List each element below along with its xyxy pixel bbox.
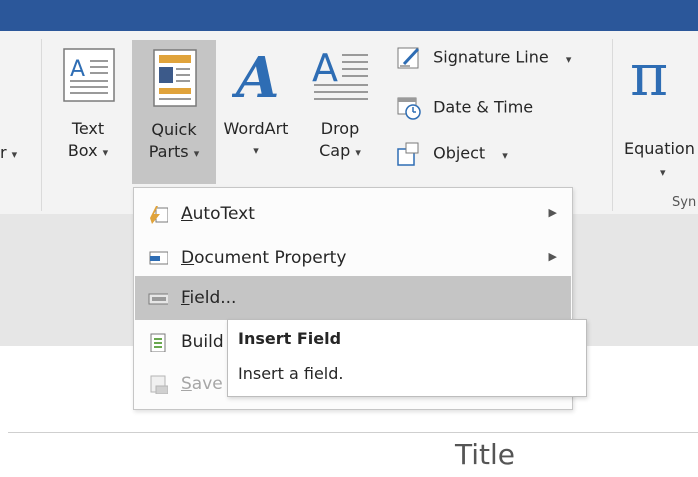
menu-item-label: Build	[181, 332, 224, 352]
quick-parts-label: Parts	[148, 142, 189, 161]
menu-item-document-property[interactable]: Document Property ▶	[135, 236, 571, 280]
quick-parts-label-line1: Quick	[151, 120, 197, 139]
submenu-arrow-icon: ▶	[548, 206, 557, 219]
date-time-button[interactable]: Date & Time	[396, 95, 533, 121]
signature-line-label: Signature Line	[433, 47, 549, 67]
menu-item-field[interactable]: Field...	[135, 276, 571, 320]
symbols-group-label: Syn	[672, 195, 697, 210]
group-separator	[612, 39, 613, 211]
object-button[interactable]: Object ▾	[396, 141, 508, 168]
pi-icon: π	[630, 43, 668, 103]
insert-field-tooltip: Insert Field Insert a field.	[227, 319, 587, 397]
menu-item-label: Save	[181, 374, 223, 394]
partial-button-label: r	[0, 143, 7, 162]
quick-parts-icon	[153, 49, 197, 107]
signature-line-button[interactable]: Signature Line ▾	[396, 45, 571, 72]
svg-text:A: A	[232, 45, 279, 105]
svg-text:π: π	[630, 43, 668, 103]
quick-parts-label-line2: Parts ▾	[132, 140, 216, 166]
chevron-down-icon: ▾	[355, 146, 361, 159]
equation-button[interactable]: π Equation ▾	[620, 37, 698, 177]
drop-cap-label: Cap	[319, 141, 351, 160]
partial-ribbon-button[interactable]: r ▾	[0, 141, 34, 167]
tooltip-description: Insert a field.	[238, 364, 344, 383]
chevron-down-icon: ▾	[253, 144, 259, 157]
svg-text:A: A	[70, 57, 85, 82]
date-time-label: Date & Time	[433, 97, 534, 117]
group-separator	[41, 39, 42, 211]
tooltip-title: Insert Field	[238, 329, 342, 348]
text-box-label-line2: Box ▾	[52, 139, 124, 165]
drop-cap-label-line1: Drop	[320, 119, 360, 138]
building-blocks-icon	[150, 333, 166, 352]
text-box-label-line1: Text	[71, 119, 105, 138]
document-property-icon	[149, 251, 168, 265]
equation-label: Equation	[624, 139, 695, 158]
field-icon	[148, 293, 168, 305]
save-selection-icon	[150, 375, 168, 394]
document-title[interactable]: Title	[455, 438, 515, 471]
object-label: Object	[433, 143, 486, 163]
wordart-button[interactable]: A WordArt ▾	[216, 37, 296, 177]
chevron-down-icon: ▾	[660, 166, 666, 177]
chevron-down-icon: ▾	[502, 148, 508, 162]
text-box-label: Box	[67, 141, 98, 160]
signature-pen-icon	[397, 47, 420, 69]
drop-cap-button[interactable]: A Drop Cap ▾	[300, 37, 380, 177]
title-bar	[0, 0, 698, 31]
calendar-clock-icon	[397, 97, 421, 120]
menu-item-label: Document Property	[181, 248, 347, 268]
wordart-icon: A	[232, 45, 279, 105]
submenu-arrow-icon: ▶	[548, 250, 557, 263]
text-box-icon: A	[63, 48, 115, 102]
chevron-down-icon: ▾	[565, 52, 572, 66]
menu-item-label: Field...	[181, 288, 237, 308]
drop-cap-icon: A	[312, 46, 368, 100]
quick-parts-button[interactable]: Quick Parts ▾	[132, 40, 216, 184]
svg-text:A: A	[312, 46, 338, 90]
menu-item-label: AutoText	[181, 204, 255, 224]
autotext-icon	[150, 206, 168, 224]
page-divider	[8, 432, 698, 433]
object-icon	[397, 142, 419, 166]
chevron-down-icon: ▾	[193, 147, 200, 160]
wordart-label: WordArt	[223, 119, 289, 138]
drop-cap-label-line2: Cap ▾	[300, 139, 380, 165]
chevron-down-icon: ▾	[102, 146, 109, 159]
chevron-down-icon: ▾	[11, 148, 18, 161]
text-box-button[interactable]: A Text Box ▾	[52, 37, 124, 177]
menu-item-autotext[interactable]: AutoText ▶	[135, 192, 571, 236]
